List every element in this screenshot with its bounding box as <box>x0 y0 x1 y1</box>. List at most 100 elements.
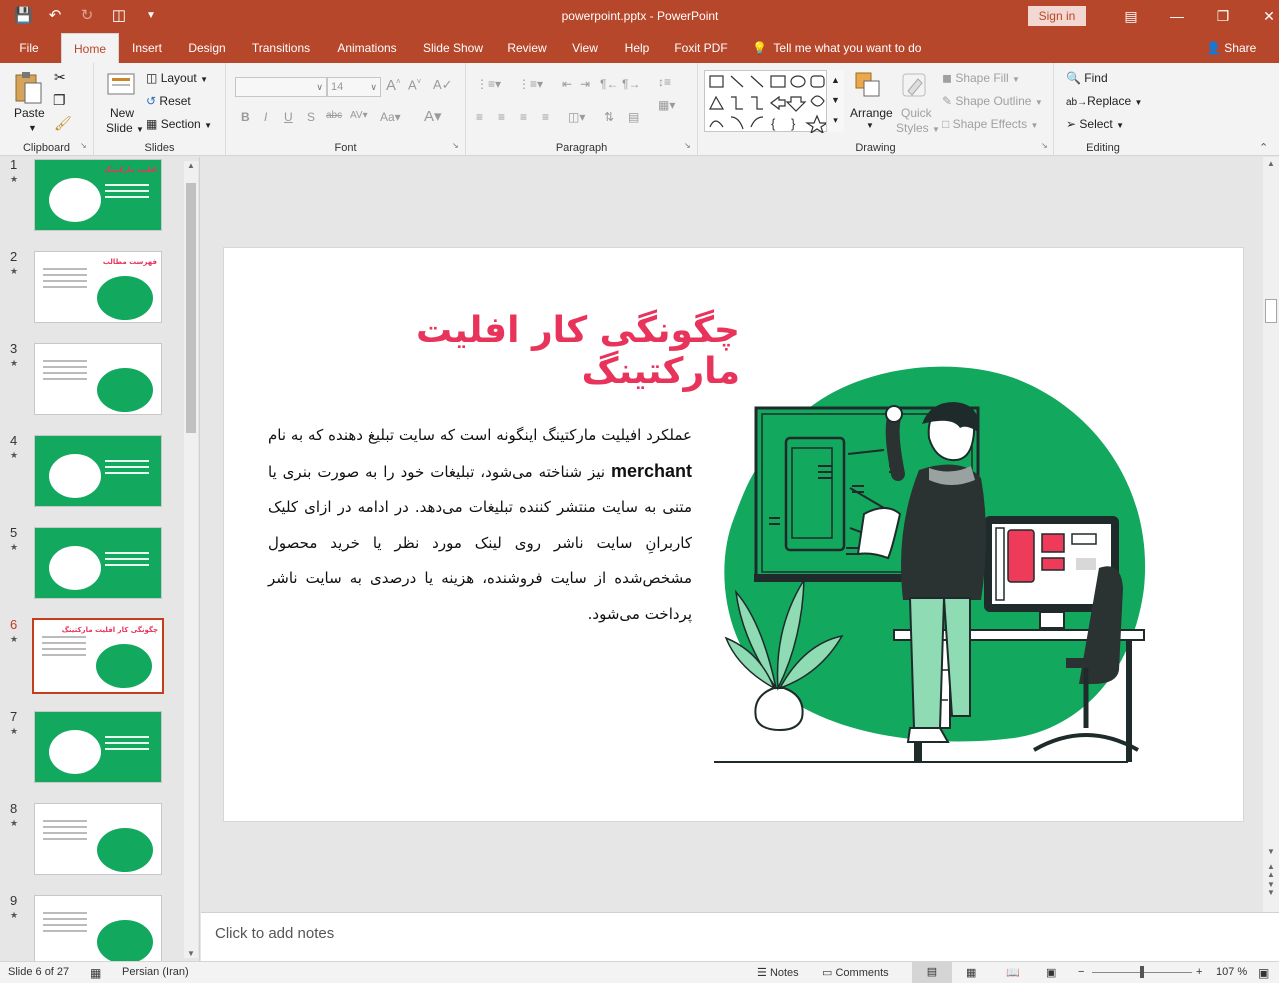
select-button[interactable]: ➢ Select ▼ <box>1066 117 1124 131</box>
slide-scrollbar[interactable]: ▲ ▼ ▲ ▲ ▼ ▼ <box>1263 157 1279 912</box>
paste-button[interactable]: Paste <box>14 106 45 120</box>
slide-thumbnail[interactable] <box>34 343 162 415</box>
scroll-up-icon[interactable]: ▲ <box>1267 159 1275 168</box>
zoom-out-button[interactable]: − <box>1078 966 1084 978</box>
scroll-down-icon[interactable]: ▼ <box>1267 847 1275 856</box>
decrease-indent-icon[interactable]: ⇤ <box>562 77 572 91</box>
font-launcher-icon[interactable]: ↘ <box>452 141 459 150</box>
shrink-font-icon[interactable]: A˅ <box>408 77 421 92</box>
align-text-icon[interactable]: ▤ <box>628 110 639 124</box>
grow-font-icon[interactable]: A˄ <box>386 77 401 94</box>
columns-icon[interactable]: ◫▾ <box>568 110 585 124</box>
tab-design[interactable]: Design <box>181 33 233 63</box>
slide-thumbnail[interactable] <box>34 803 162 875</box>
shadow-icon[interactable]: S <box>307 110 315 124</box>
slide-scroll-thumb[interactable] <box>1265 299 1277 323</box>
font-size-combo[interactable]: 14 ∨ <box>327 77 381 97</box>
shapes-gallery-scroll[interactable]: ▲ ▼ ▾ <box>826 70 844 132</box>
arrange-icon[interactable] <box>854 71 884 101</box>
undo-icon[interactable]: ↶ <box>46 7 64 25</box>
presenter-icon[interactable]: ◫ <box>110 7 128 25</box>
quick-styles-button[interactable]: Quick <box>901 106 932 120</box>
sign-in-button[interactable]: Sign in <box>1028 6 1086 26</box>
tab-home[interactable]: Home <box>61 33 119 63</box>
next-slide-icon[interactable]: ▼ ▼ <box>1267 881 1275 897</box>
scroll-down-icon[interactable]: ▼ <box>187 949 195 958</box>
ltr-icon[interactable]: ¶→ <box>622 77 640 91</box>
tab-review[interactable]: Review <box>503 33 551 63</box>
redo-icon[interactable]: ↻ <box>78 7 96 25</box>
align-left-icon[interactable]: ≡ <box>476 110 483 124</box>
comments-toggle[interactable]: ▭ Comments <box>822 966 889 979</box>
text-direction-icon[interactable]: ⇅ <box>604 110 614 124</box>
minimize-icon[interactable]: — <box>1154 6 1200 26</box>
slide-thumbnail[interactable] <box>34 711 162 783</box>
bold-icon[interactable]: B <box>241 110 250 124</box>
format-painter-icon[interactable]: 🖌 <box>54 115 72 132</box>
previous-slide-icon[interactable]: ▲ ▲ <box>1267 863 1275 879</box>
zoom-slider-thumb[interactable] <box>1140 966 1144 978</box>
tab-insert[interactable]: Insert <box>124 33 170 63</box>
ribbon-display-icon[interactable]: ▤ <box>1108 6 1154 26</box>
justify-icon[interactable]: ≡ <box>542 110 549 124</box>
notes-toggle[interactable]: ☰ Notes <box>757 966 799 979</box>
drawing-launcher-icon[interactable]: ↘ <box>1041 141 1048 150</box>
slide-thumbnail[interactable]: چگونگی کار افلیت مارکتینگ <box>32 618 164 694</box>
smartart-icon[interactable]: ▦▾ <box>658 98 675 112</box>
align-center-icon[interactable]: ≡ <box>498 110 505 124</box>
paste-dropdown-icon[interactable]: ▼ <box>28 123 37 133</box>
new-slide-icon[interactable] <box>106 71 136 101</box>
paste-icon[interactable] <box>13 71 43 104</box>
font-color-icon[interactable]: A▾ <box>424 107 442 125</box>
clipboard-launcher-icon[interactable]: ↘ <box>80 141 87 150</box>
shape-fill-button[interactable]: ◼ Shape Fill ▼ <box>942 71 1020 85</box>
quick-styles-label[interactable]: Styles ▼ <box>896 121 940 135</box>
marketing-illustration[interactable] <box>714 358 1154 778</box>
slide-thumbnail[interactable]: فهرست مطالب <box>34 251 162 323</box>
increase-indent-icon[interactable]: ⇥ <box>580 77 590 91</box>
slide-body-text[interactable]: عملکرد افیلیت مارکتینگ اینگونه است که سا… <box>268 418 692 632</box>
align-right-icon[interactable]: ≡ <box>520 110 527 124</box>
tab-slide-show[interactable]: Slide Show <box>419 33 487 63</box>
character-spacing-icon[interactable]: AV▾ <box>350 110 368 121</box>
tell-me-search[interactable]: 💡 Tell me what you want to do <box>752 33 921 63</box>
italic-icon[interactable]: I <box>264 110 267 124</box>
tab-help[interactable]: Help <box>619 33 655 63</box>
section-button[interactable]: ▦ Section ▼ <box>146 117 212 131</box>
thumbnail-scroll-thumb[interactable] <box>186 183 196 433</box>
shape-effects-button[interactable]: □ Shape Effects ▼ <box>942 117 1038 131</box>
tab-transitions[interactable]: Transitions <box>246 33 316 63</box>
scroll-up-icon[interactable]: ▲ <box>187 161 195 170</box>
arrange-dropdown-icon[interactable]: ▼ <box>866 121 874 130</box>
tab-file[interactable]: File <box>8 33 50 63</box>
shape-outline-button[interactable]: ✎ Shape Outline ▼ <box>942 94 1043 108</box>
rtl-icon[interactable]: ¶← <box>600 77 618 91</box>
slideshow-view-icon[interactable]: ▣ <box>1046 966 1056 979</box>
spelling-icon[interactable]: ▦ <box>90 966 101 980</box>
slide-canvas[interactable]: چگونگی کار افلیت مارکتینگ عملکرد افیلیت … <box>223 247 1244 822</box>
share-button[interactable]: 👤 Share <box>1206 33 1256 63</box>
slide-thumbnail[interactable] <box>34 527 162 599</box>
slide-thumbnail[interactable]: افلیت مارکتینگ <box>34 159 162 231</box>
numbering-icon[interactable]: ⋮≡▾ <box>518 77 543 91</box>
tab-animations[interactable]: Animations <box>331 33 403 63</box>
new-slide-button[interactable]: New <box>110 106 134 120</box>
reading-view-icon[interactable]: 📖 <box>1006 966 1020 979</box>
normal-view-button[interactable]: ▤ <box>912 962 952 983</box>
save-icon[interactable]: 💾 <box>14 7 33 25</box>
tab-view[interactable]: View <box>566 33 604 63</box>
new-slide-label[interactable]: Slide ▼ <box>106 121 144 135</box>
zoom-in-button[interactable]: + <box>1196 966 1202 978</box>
close-icon[interactable]: ✕ <box>1246 6 1279 26</box>
slide-title[interactable]: چگونگی کار افلیت مارکتینگ <box>260 310 740 392</box>
thumbnail-scrollbar[interactable]: ▲ ▼ <box>184 161 198 958</box>
paragraph-launcher-icon[interactable]: ↘ <box>684 141 691 150</box>
replace-button[interactable]: ab→Replace ▼ <box>1066 94 1142 108</box>
find-button[interactable]: 🔍 Find <box>1066 71 1108 85</box>
notes-pane[interactable]: Click to add notes <box>201 912 1279 961</box>
restore-icon[interactable]: ❐ <box>1200 6 1246 26</box>
reset-button[interactable]: ↺ Reset <box>146 94 191 108</box>
collapse-ribbon-icon[interactable]: ⌃ <box>1259 141 1268 154</box>
notes-placeholder[interactable]: Click to add notes <box>215 925 334 942</box>
quick-styles-icon[interactable] <box>900 71 930 101</box>
